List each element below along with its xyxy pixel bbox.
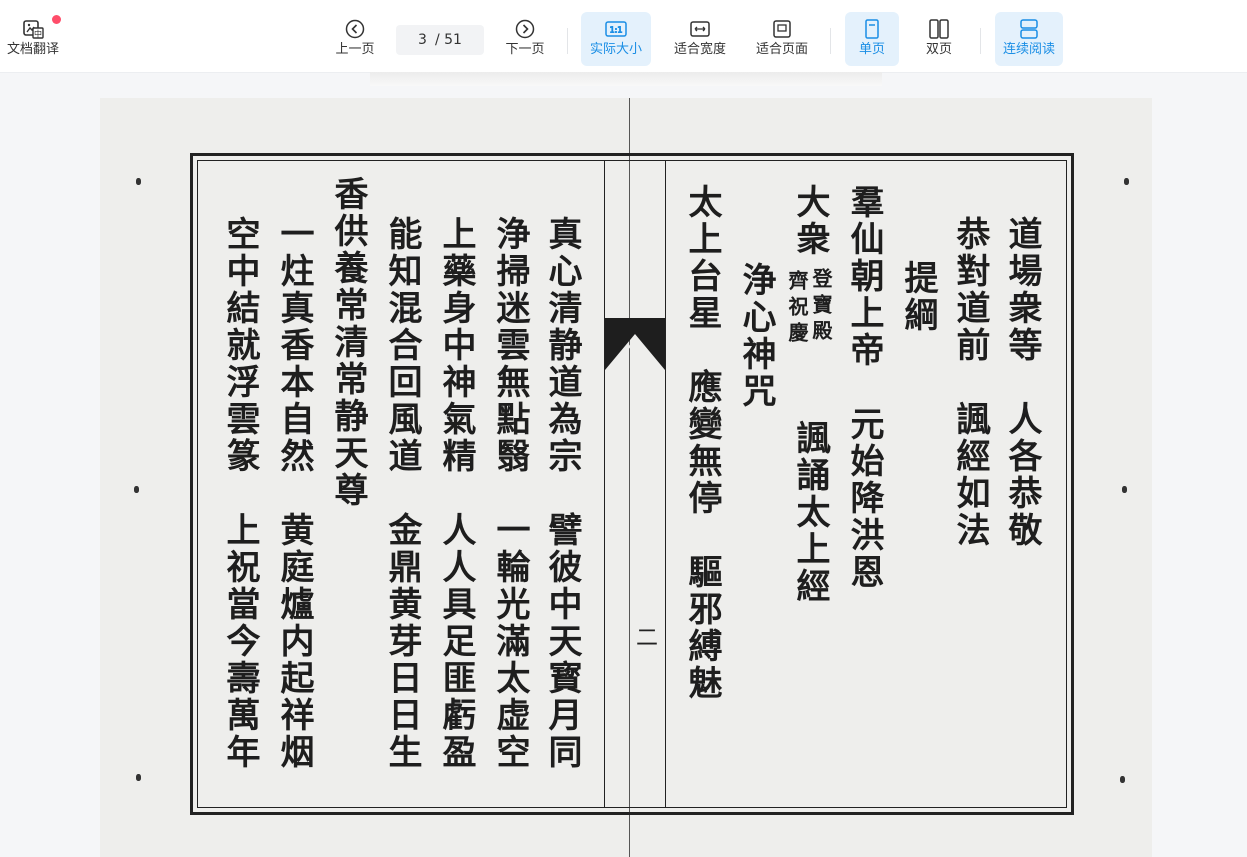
fit-page-button[interactable]: 适合页面	[747, 12, 817, 66]
translate-label: 文档翻译	[6, 42, 59, 57]
text-column-note: 齊祝慶	[785, 270, 809, 348]
text-column-note: 登寶殿	[809, 268, 833, 346]
fit-page-icon	[771, 18, 793, 40]
previous-page-edge	[370, 72, 882, 86]
fit-page-label: 适合页面	[755, 42, 808, 57]
text-column: 上藥身中神氣精 人人具足匪虧盈	[436, 216, 476, 771]
center-column-rule	[604, 161, 605, 807]
scan-speck	[1122, 486, 1127, 493]
text-column: 一炷真香本自然 黄庭爐内起祥烟	[274, 216, 314, 771]
page-number-mark: 二	[636, 626, 659, 651]
total-pages: / 51	[434, 32, 462, 48]
double-page-icon	[928, 18, 950, 40]
viewer-toolbar: 中 文档翻译 上一页 3 / 51 下一页 1:1 实际大小 适合宽度 适合页面…	[0, 0, 1247, 73]
chevron-right-circle-icon	[515, 18, 535, 40]
text-column: 恭對道前 諷經如法	[950, 216, 990, 549]
scan-speck	[1120, 776, 1125, 783]
scan-speck	[136, 178, 141, 185]
continuous-reading-button[interactable]: 连续阅读	[995, 12, 1063, 66]
fishtail-mark-icon	[605, 318, 665, 370]
next-page-button[interactable]: 下一页	[496, 12, 554, 66]
text-column: 真心清静道為宗 譬彼中天寳月同	[542, 216, 582, 771]
toolbar-divider	[567, 28, 568, 54]
next-page-label: 下一页	[505, 42, 545, 57]
center-column-rule	[665, 161, 666, 807]
text-column: 諷誦太上經	[790, 420, 830, 605]
prev-page-button[interactable]: 上一页	[326, 12, 384, 66]
fit-width-icon	[689, 18, 711, 40]
current-page-input[interactable]: 3	[418, 32, 427, 48]
text-column: 浄心神咒	[736, 262, 776, 410]
toolbar-divider	[980, 28, 981, 54]
translate-icon: 中	[22, 18, 44, 40]
text-frame	[190, 153, 1074, 815]
text-column: 太上台星 應變無停 驅邪縛魅	[682, 184, 722, 702]
single-page-icon	[863, 18, 881, 40]
single-page-label: 单页	[858, 42, 885, 57]
page-indicator[interactable]: 3 / 51	[396, 25, 484, 55]
toolbar-divider	[830, 28, 831, 54]
continuous-reading-icon	[1019, 18, 1039, 40]
text-column: 道場衆等 人各恭敬	[1002, 216, 1042, 549]
text-column: 香供養常清常静天尊	[328, 176, 368, 509]
double-page-label: 双页	[925, 42, 952, 57]
scan-speck	[1124, 178, 1129, 185]
actual-size-button[interactable]: 1:1 实际大小	[581, 12, 651, 66]
notification-dot	[52, 15, 61, 24]
fit-width-button[interactable]: 适合宽度	[665, 12, 735, 66]
continuous-reading-label: 连续阅读	[1002, 42, 1055, 57]
actual-size-icon: 1:1	[605, 18, 627, 40]
text-column: 空中結就浮雲篆 上祝當今壽萬年	[220, 216, 260, 771]
text-column: 浄掃迷雲無點翳 一輪光滿太虚空	[490, 216, 530, 771]
svg-text:中: 中	[34, 29, 42, 39]
scan-speck	[136, 774, 141, 781]
prev-page-label: 上一页	[335, 42, 375, 57]
text-column: 能知混合回風道 金鼎黄芽日日生	[382, 216, 422, 771]
chevron-left-circle-icon	[345, 18, 365, 40]
single-page-button[interactable]: 单页	[845, 12, 899, 66]
svg-text:1:1: 1:1	[610, 26, 623, 35]
text-column: 羣仙朝上帝 元始降洪恩	[844, 184, 884, 591]
text-column: 大衆	[790, 184, 830, 258]
scanned-page: 二 道場衆等 人各恭敬 恭對道前 諷經如法 提綱 羣仙朝上帝 元始降洪恩 大衆 …	[100, 98, 1152, 857]
scan-speck	[134, 486, 139, 493]
actual-size-label: 实际大小	[589, 42, 642, 57]
text-column: 提綱	[898, 260, 938, 334]
fit-width-label: 适合宽度	[673, 42, 726, 57]
double-page-button[interactable]: 双页	[912, 12, 966, 66]
